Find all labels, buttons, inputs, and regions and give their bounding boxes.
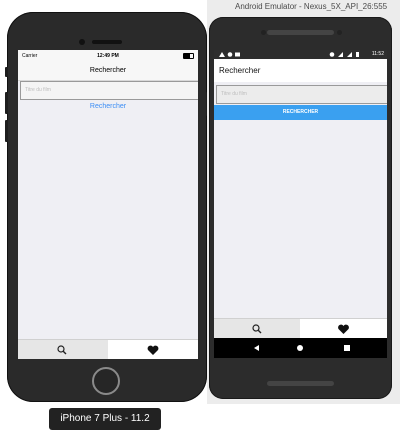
tab-search[interactable] xyxy=(214,319,300,339)
heart-icon xyxy=(338,324,349,334)
search-placeholder: Titre du film xyxy=(221,91,247,97)
tab-favorites[interactable] xyxy=(300,319,386,339)
front-camera xyxy=(79,39,85,45)
tab-search[interactable] xyxy=(18,340,108,359)
search-button[interactable]: Rechercher xyxy=(18,103,198,110)
status-time: 12:49 PM xyxy=(97,53,119,59)
heart-icon xyxy=(147,345,159,355)
earpiece-speaker xyxy=(92,40,122,44)
mute-switch xyxy=(5,67,8,77)
android-tab-bar xyxy=(214,318,387,339)
recents-icon[interactable] xyxy=(344,345,350,351)
page-title: Rechercher xyxy=(219,66,261,75)
android-device: 11:52 Rechercher Titre du film RECHERCHE… xyxy=(209,17,392,399)
signal-icons xyxy=(329,52,359,57)
android-status-bar: 11:52 xyxy=(214,50,387,59)
sensor xyxy=(337,30,342,35)
tab-favorites[interactable] xyxy=(108,340,198,359)
status-time: 11:52 xyxy=(371,51,384,57)
back-icon[interactable] xyxy=(254,345,259,351)
page-title: Rechercher xyxy=(89,67,127,74)
notification-icons xyxy=(219,52,240,57)
android-nav-bar xyxy=(214,338,387,358)
earpiece-speaker xyxy=(267,30,334,35)
emulator-title: Android Emulator - Nexus_5X_API_26:555 xyxy=(235,2,388,11)
search-button[interactable]: RECHERCHER xyxy=(214,105,387,120)
home-button[interactable] xyxy=(92,367,120,395)
front-camera xyxy=(261,30,266,35)
volume-down-button xyxy=(5,120,8,142)
home-icon[interactable] xyxy=(297,345,303,351)
bottom-speaker xyxy=(267,381,334,386)
android-screen: 11:52 Rechercher Titre du film RECHERCHE… xyxy=(214,50,387,358)
search-icon xyxy=(252,324,262,334)
search-icon xyxy=(57,345,67,355)
iphone-device: Carrier 12:49 PM Rechercher Titre du fil… xyxy=(5,12,209,402)
ios-status-bar: Carrier 12:49 PM xyxy=(18,50,198,62)
search-placeholder: Titre du film xyxy=(25,87,51,93)
ios-screen: Carrier 12:49 PM Rechercher Titre du fil… xyxy=(18,50,198,359)
search-input[interactable]: Titre du film xyxy=(20,81,198,100)
device-label: iPhone 7 Plus - 11.2 xyxy=(49,408,161,430)
volume-up-button xyxy=(5,92,8,114)
battery-icon xyxy=(183,53,194,59)
search-input[interactable]: Titre du film xyxy=(216,85,387,104)
ios-navigation-bar: Rechercher xyxy=(18,62,198,81)
android-app-bar: Rechercher xyxy=(214,59,387,82)
ios-tab-bar xyxy=(18,339,198,359)
